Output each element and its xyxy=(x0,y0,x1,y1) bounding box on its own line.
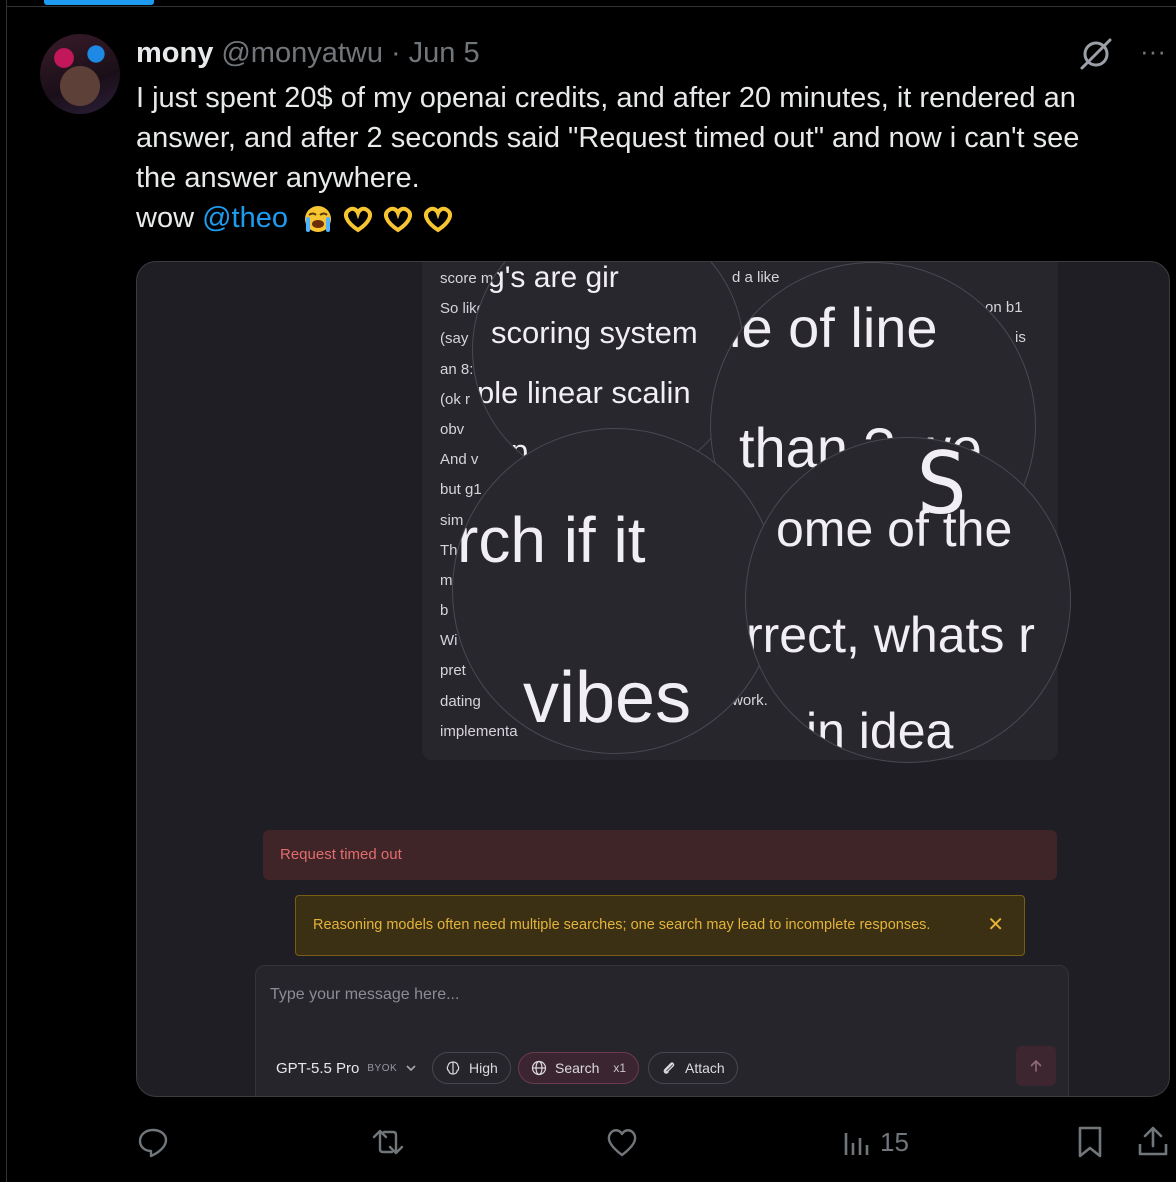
heart-hands-emoji xyxy=(384,207,412,233)
byok-badge: BYOK xyxy=(367,1062,398,1074)
tweet-line: the answer anywhere. xyxy=(136,162,420,194)
paperclip-icon xyxy=(663,1062,675,1074)
attach-label: Attach xyxy=(685,1060,725,1076)
views-button[interactable]: 15 xyxy=(842,1122,909,1162)
warning-message: Reasoning models often need multiple sea… xyxy=(313,917,931,933)
warning-banner: Reasoning models often need multiple sea… xyxy=(295,895,1025,956)
magnified-text: in idea xyxy=(806,703,954,759)
reply-icon xyxy=(138,1128,168,1158)
message-composer: Type your message here... GPT-5.5 Pro BY… xyxy=(255,965,1069,1096)
reasoning-level-button[interactable]: High xyxy=(432,1052,511,1084)
globe-icon xyxy=(531,1060,547,1076)
tweet-header: mony @monyatwu · Jun 5 xyxy=(136,36,480,70)
repost-icon xyxy=(372,1129,404,1155)
separator: · xyxy=(390,36,401,69)
search-label: Search xyxy=(555,1060,600,1076)
chevron-down-icon xyxy=(406,1065,416,1072)
tweet-line: answer, and after 2 seconds said "Reques… xyxy=(136,122,1080,154)
tweet-line-prefix: wow xyxy=(136,202,203,234)
emoji-row xyxy=(300,204,456,234)
close-icon[interactable]: ✕ xyxy=(987,912,1004,937)
attach-button[interactable]: Attach xyxy=(648,1052,738,1084)
response-fragment: d a like xyxy=(732,269,780,286)
avatar[interactable] xyxy=(40,34,120,114)
tweet-media-image[interactable]: score more So like s (say b an 8: (ok r … xyxy=(136,261,1170,1097)
repost-button[interactable] xyxy=(370,1122,406,1162)
magnified-text: ome of the xyxy=(776,501,1013,557)
heart-hands-emoji xyxy=(424,207,452,233)
magnified-text: d g's are gir xyxy=(472,261,619,294)
tweet-line: wow @theo xyxy=(136,198,1166,238)
tweet-date[interactable]: Jun 5 xyxy=(409,37,480,70)
like-button[interactable] xyxy=(604,1122,640,1162)
magnifier-lens: rch if it vibes xyxy=(452,428,778,754)
timeline-border xyxy=(6,0,7,1182)
active-tab-indicator xyxy=(44,0,154,5)
reply-button[interactable] xyxy=(136,1122,170,1162)
mention-link[interactable]: @theo xyxy=(202,202,288,234)
grok-icon[interactable] xyxy=(1078,36,1114,72)
error-message: Request timed out xyxy=(280,846,402,863)
reasoning-label: High xyxy=(469,1060,498,1076)
search-toggle-button[interactable]: Search x1 xyxy=(518,1052,640,1084)
send-button[interactable] xyxy=(1016,1046,1056,1086)
magnifier-lens: S ome of the rrect, whats r in idea xyxy=(745,437,1071,763)
tweet-body: I just spent 20$ of my openai credits, a… xyxy=(136,78,1166,238)
magnified-text: scoring system xyxy=(491,315,698,350)
author-handle[interactable]: @monyatwu xyxy=(221,37,383,70)
bookmark-button[interactable] xyxy=(1074,1122,1106,1162)
error-banner: Request timed out xyxy=(263,830,1057,880)
heart-icon xyxy=(607,1129,637,1157)
share-button[interactable] xyxy=(1136,1122,1170,1162)
model-name: GPT-5.5 Pro xyxy=(276,1059,360,1077)
search-count: x1 xyxy=(613,1061,627,1075)
share-icon xyxy=(1138,1126,1168,1156)
top-divider xyxy=(6,6,1176,7)
author-name[interactable]: mony xyxy=(136,37,213,70)
magnified-text: ple linear scalin xyxy=(477,375,691,410)
bookmark-icon xyxy=(1078,1126,1102,1158)
more-options-icon[interactable]: ··· xyxy=(1136,36,1170,70)
views-count: 15 xyxy=(880,1126,909,1157)
loudly-crying-face-emoji xyxy=(305,206,332,233)
brain-icon xyxy=(446,1061,460,1075)
message-input[interactable]: Type your message here... xyxy=(270,986,459,1004)
magnified-text: vibes xyxy=(523,658,692,738)
magnified-text: rch if it xyxy=(457,504,646,576)
tweet-line: I just spent 20$ of my openai credits, a… xyxy=(136,82,1076,114)
model-selector[interactable]: GPT-5.5 Pro BYOK xyxy=(276,1052,417,1084)
magnified-text: rrect, whats r xyxy=(746,607,1035,663)
magnified-text: le of line xyxy=(729,296,938,359)
heart-hands-emoji xyxy=(344,207,372,233)
views-icon xyxy=(844,1133,869,1155)
arrow-up-icon xyxy=(1030,1059,1042,1072)
response-fragment: is xyxy=(1015,329,1026,346)
